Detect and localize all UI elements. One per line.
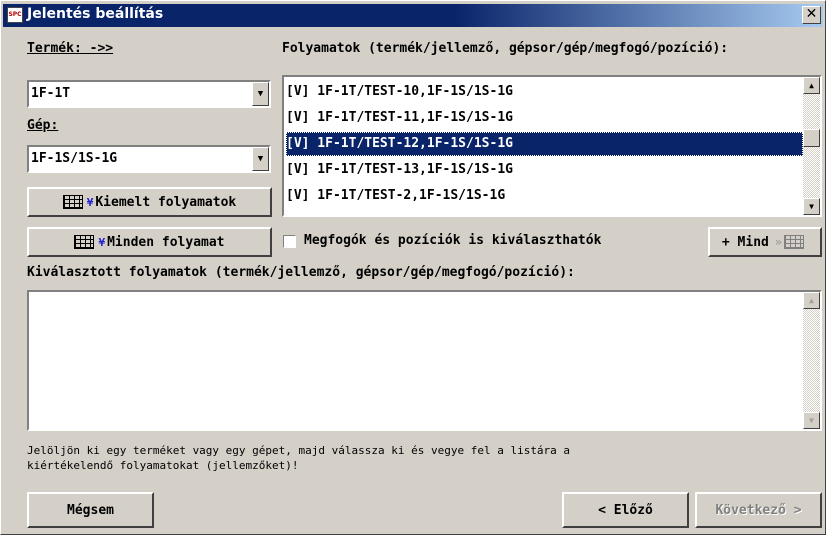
cancel-label: Mégsem [67,502,114,518]
machine-label: Gép: [27,118,58,133]
cancel-button[interactable]: Mégsem [27,492,154,528]
grippers-checkbox-label[interactable]: Megfogók és pozíciók is kiválaszthatók [304,233,601,248]
next-label: Következő > [715,502,802,518]
processes-scrollbar[interactable]: ▲ ▼ [803,77,820,215]
all-processes-button[interactable]: ¥ Minden folyamat [27,227,272,257]
scroll-up-icon[interactable]: ▲ [803,77,820,94]
scroll-down-icon: ▼ [803,412,820,429]
processes-listbox[interactable]: [V] 1F-1T/TEST-10,1F-1S/1S-1G [V] 1F-1T/… [282,75,822,217]
hint-text: Jelöljön ki egy terméket vagy egy gépet,… [27,444,571,472]
product-label: Termék: ->> [27,41,113,56]
machine-combobox[interactable]: 1F-1S/1S-1G ▼ [27,145,271,173]
previous-button[interactable]: < Előző [562,492,689,528]
list-move-icon [784,235,805,249]
previous-label: < Előző [598,502,653,518]
product-value: 1F-1T [31,86,71,101]
list-item[interactable]: [V] 1F-1T/TEST-10,1F-1S/1S-1G [286,80,803,104]
scroll-down-icon[interactable]: ▼ [803,198,820,215]
chevron-down-icon: ¥ [86,195,94,209]
add-all-button[interactable]: + Mind » [708,227,822,257]
report-settings-dialog: SPC Jelentés beállítás ✕ Termék: ->> 1F-… [0,0,826,535]
selected-scrollbar[interactable]: ▲ ▼ [803,292,820,429]
list-item[interactable]: [V] 1F-1T/TEST-11,1F-1S/1S-1G [286,106,803,130]
close-icon[interactable]: ✕ [802,6,821,24]
selected-processes-label: Kiválasztott folyamatok (termék/jellemző… [27,265,575,280]
machine-label-text: Gép: [27,118,59,133]
all-processes-label: Minden folyamat [107,234,225,250]
scroll-up-icon: ▲ [803,292,820,309]
window-title: Jelentés beállítás [27,6,164,22]
chevron-down-icon: ¥ [98,235,106,249]
product-combobox[interactable]: 1F-1T ▼ [27,80,271,108]
list-item-selected[interactable]: [V] 1F-1T/TEST-12,1F-1S/1S-1G [286,132,803,156]
machine-value: 1F-1S/1S-1G [31,151,118,166]
processes-label: Folyamatok (termék/jellemző, gépsor/gép/… [282,41,729,56]
selected-processes-listbox[interactable]: ▲ ▼ [27,290,822,431]
scrollbar-thumb[interactable] [803,129,820,147]
list-item[interactable]: [V] 1F-1T/TEST-2,1F-1S/1S-1G [286,184,803,208]
next-button: Következő > [695,492,822,528]
grippers-checkbox[interactable] [283,235,296,248]
title-bar[interactable]: SPC Jelentés beállítás ✕ [3,4,823,27]
highlighted-processes-label: Kiemelt folyamatok [95,194,237,210]
product-label-text: Termék: ->> [27,41,114,56]
chevron-right-icon: » [774,235,783,249]
highlighted-processes-button[interactable]: ¥ Kiemelt folyamatok [27,187,272,217]
list-add-icon [62,195,83,209]
dropdown-arrow-icon[interactable]: ▼ [252,147,269,171]
spc-app-icon: SPC [7,7,23,23]
list-item[interactable]: [V] 1F-1T/TEST-13,1F-1S/1S-1G [286,158,803,182]
list-add-icon [74,235,95,249]
add-all-label: + Mind [721,234,769,250]
dropdown-arrow-icon[interactable]: ▼ [252,82,269,106]
